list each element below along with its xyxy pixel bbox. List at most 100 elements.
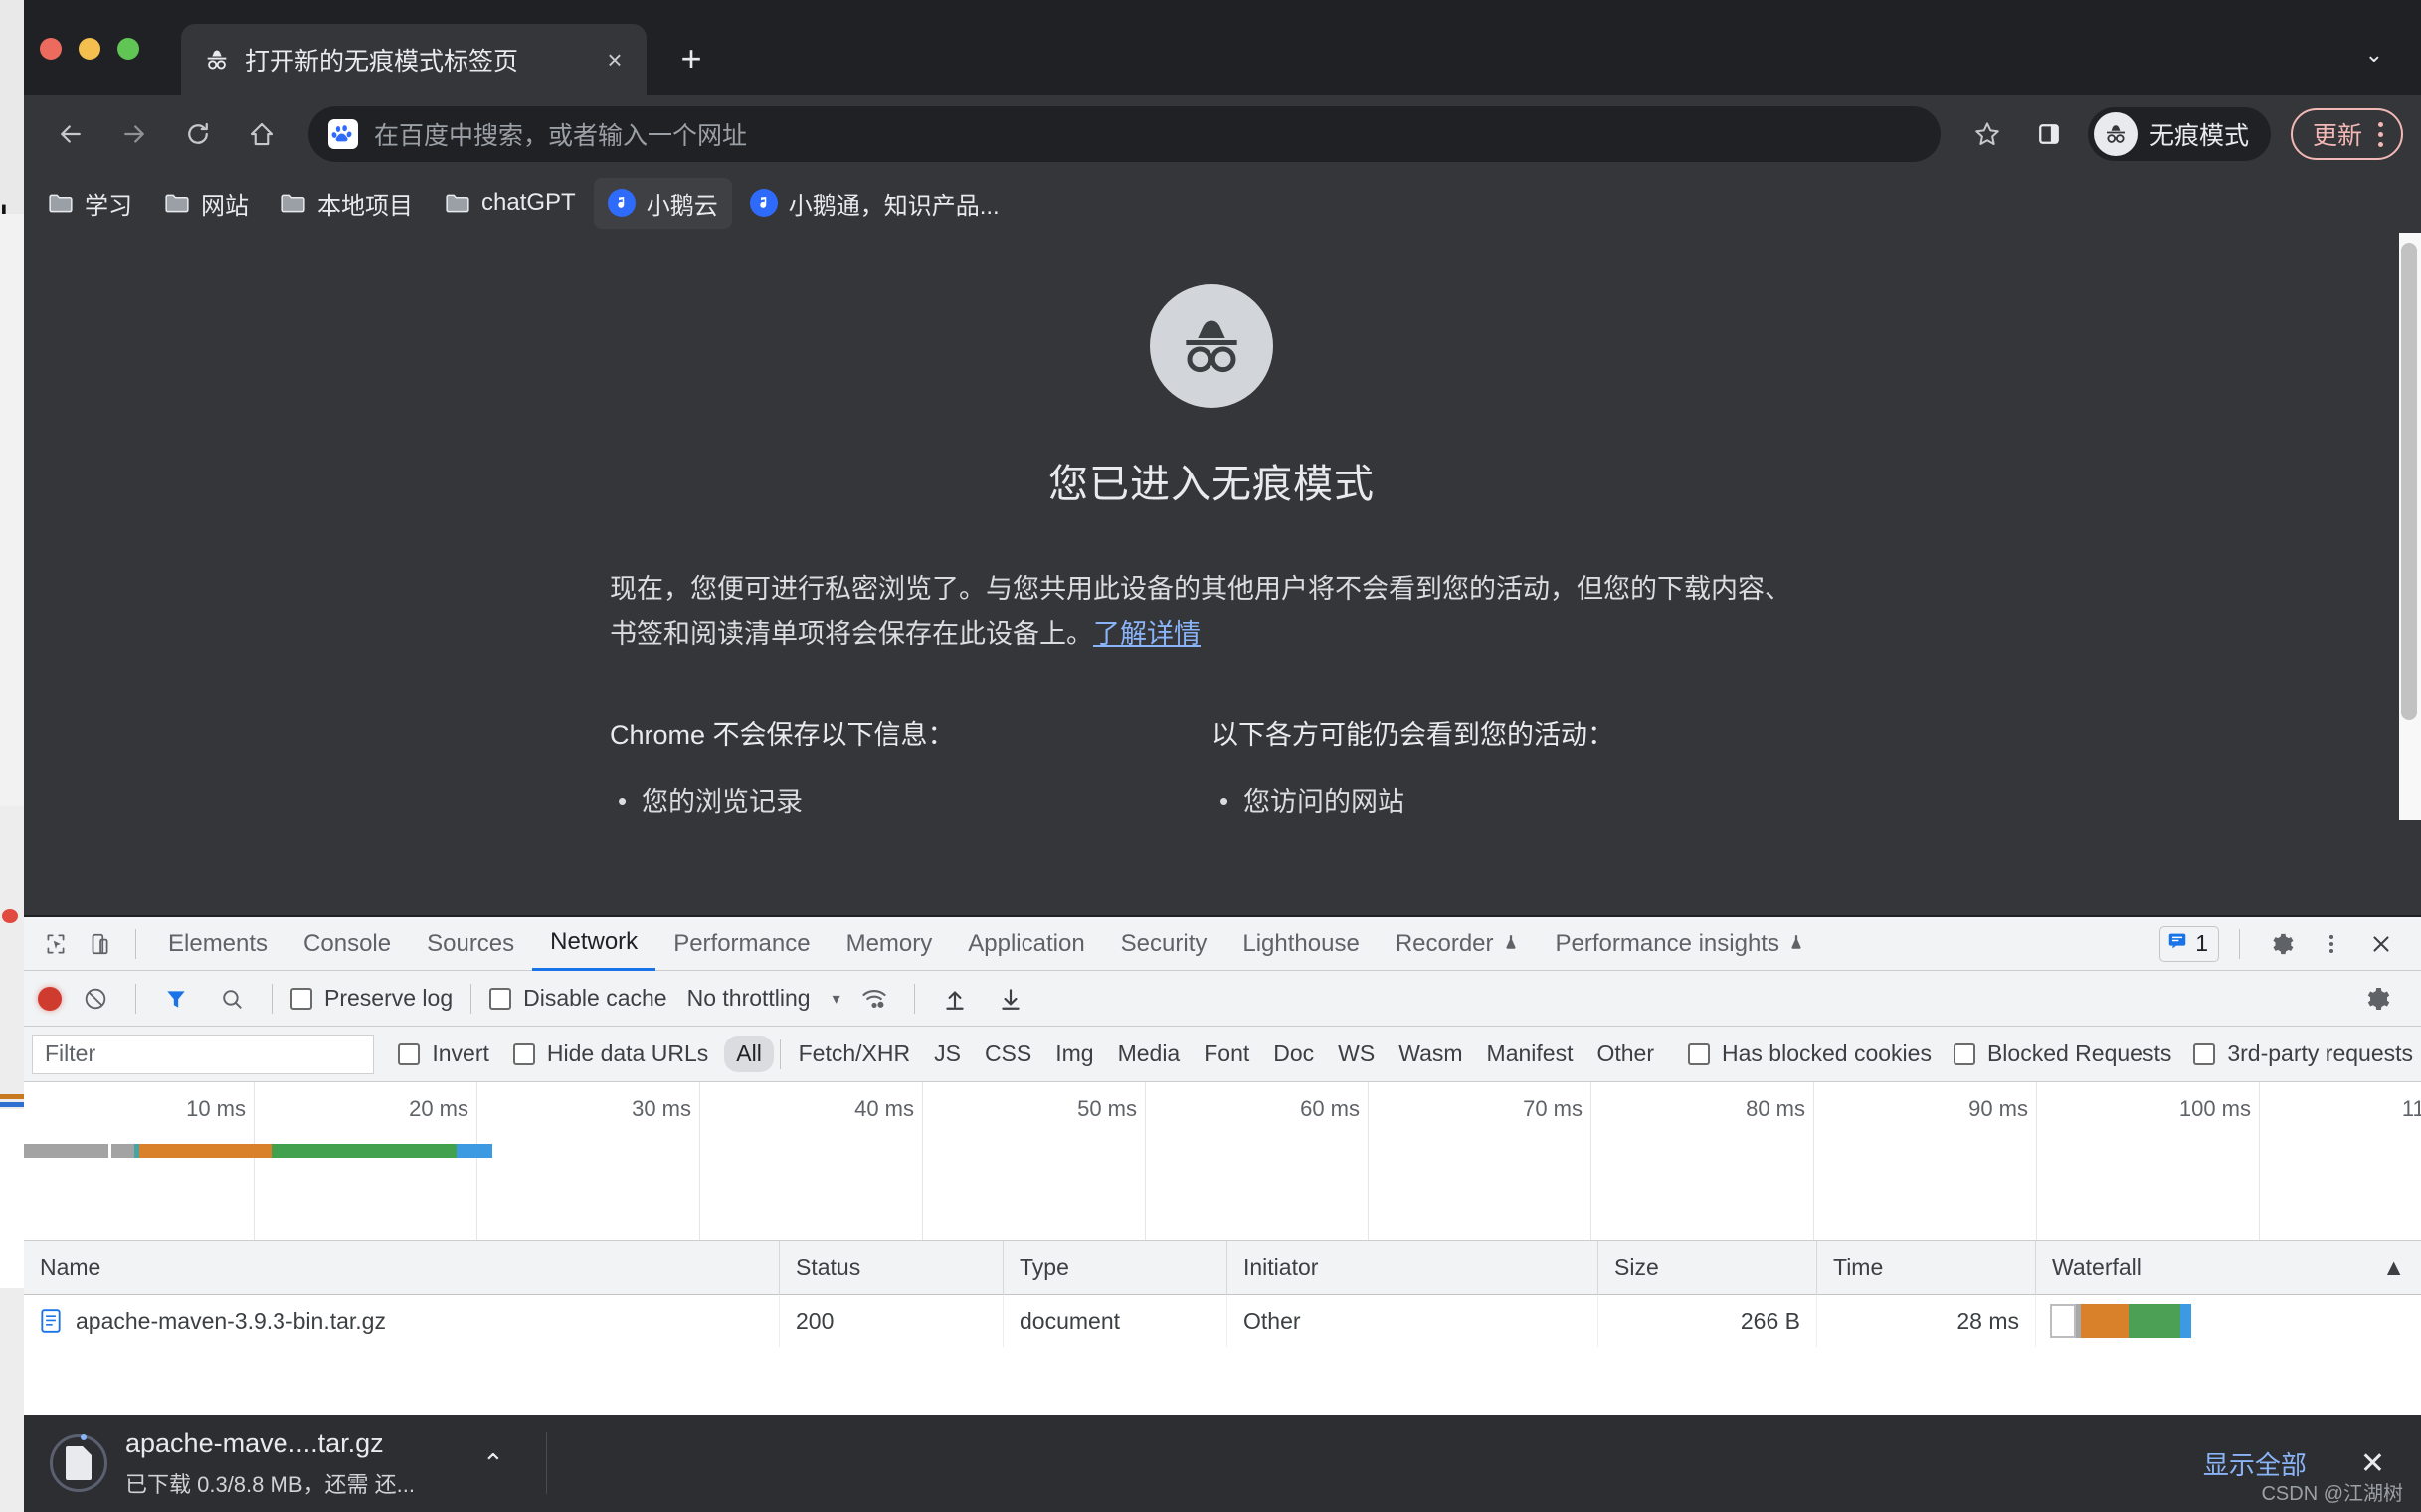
incognito-indicator[interactable]: 无痕模式 [2087,107,2271,161]
filter-type-wasm[interactable]: Wasm [1387,1036,1474,1072]
close-icon[interactable]: ✕ [2350,1446,2395,1481]
tab-security[interactable]: Security [1103,917,1225,971]
column-header-waterfall[interactable]: Waterfall ▲ [2036,1241,2421,1295]
bookmark-link-5[interactable]: 小鹅通，知识产品... [736,178,1014,229]
column-header-size[interactable]: Size [1598,1240,1817,1295]
bookmark-folder-2[interactable]: 本地项目 [267,178,427,229]
checkbox-box[interactable] [290,987,312,1010]
page-scrollbar[interactable] [2399,233,2421,820]
bookmark-link-4[interactable]: 小鹅云 [593,177,732,229]
checkbox-box[interactable] [2193,1042,2216,1065]
address-bar[interactable]: 在百度中搜索，或者输入一个网址 [308,106,1941,162]
sort-ascending-icon[interactable]: ▲ [2382,1254,2405,1281]
export-har-icon[interactable] [989,977,1032,1021]
minimize-window-button[interactable] [79,38,100,60]
checkbox-box[interactable] [512,1042,535,1065]
chevron-up-icon[interactable]: ⌃ [482,1448,504,1479]
inspect-element-icon[interactable] [34,922,78,966]
network-overview-timeline[interactable]: 10 ms 20 ms 30 ms 40 ms 50 ms 60 ms 70 m… [24,1082,2421,1241]
gear-icon[interactable] [2260,922,2304,966]
checkbox-box[interactable] [1688,1042,1711,1065]
chevron-down-icon[interactable]: ▾ [833,989,840,1009]
search-icon[interactable] [210,977,254,1021]
tab-network[interactable]: Network [532,917,656,971]
checkbox-box[interactable] [398,1042,421,1065]
bookmark-folder-1[interactable]: 网站 [150,178,263,229]
download-file-name: apache-mave....tar.gz [125,1427,384,1458]
checkbox-box[interactable] [489,987,512,1010]
filter-input[interactable]: Filter [32,1034,375,1074]
record-button[interactable] [38,986,62,1011]
filter-type-fetch-xhr[interactable]: Fetch/XHR [787,1036,922,1072]
tab-lighthouse[interactable]: Lighthouse [1224,917,1377,971]
device-toolbar-icon[interactable] [78,922,121,966]
filter-type-media[interactable]: Media [1106,1036,1193,1072]
has-blocked-cookies-checkbox[interactable]: Has blocked cookies [1688,1040,1932,1067]
tab-recorder[interactable]: Recorder [1378,917,1538,971]
scrollbar-thumb[interactable] [2401,243,2417,720]
forward-button[interactable] [105,105,163,163]
tab-performance[interactable]: Performance [655,917,828,971]
tab-performance-insights[interactable]: Performance insights [1538,917,1823,971]
browser-tab[interactable]: 打开新的无痕模式标签页 × [181,24,647,95]
blocked-requests-checkbox[interactable]: Blocked Requests [1953,1040,2171,1067]
third-party-requests-checkbox[interactable]: 3rd-party requests [2193,1040,2413,1067]
bookmark-label: 本地项目 [317,192,413,220]
filter-type-ws[interactable]: WS [1326,1036,1387,1072]
throttling-select[interactable]: No throttling ▾ [687,985,840,1012]
filter-type-other[interactable]: Other [1584,1036,1666,1072]
bookmark-folder-0[interactable]: 学习 [34,178,146,229]
tab-console[interactable]: Console [285,917,409,971]
hide-data-urls-label: Hide data URLs [546,1040,709,1066]
learn-more-link[interactable]: 了解详情 [1093,619,1201,649]
close-window-button[interactable] [40,38,62,60]
disable-cache-checkbox[interactable]: Disable cache [489,985,667,1012]
filter-type-js[interactable]: JS [922,1036,973,1072]
update-button[interactable]: 更新 [2290,108,2403,160]
column-header-status[interactable]: Status [780,1240,1004,1295]
tab-sources[interactable]: Sources [409,917,532,971]
tab-memory[interactable]: Memory [829,917,951,971]
divider [779,1039,781,1069]
close-icon[interactable] [2359,922,2403,966]
kebab-menu-icon[interactable] [2366,121,2395,147]
import-har-icon[interactable] [933,977,977,1021]
bookmark-folder-3[interactable]: chatGPT [431,181,590,225]
filter-type-doc[interactable]: Doc [1261,1036,1326,1072]
hide-data-urls-checkbox[interactable]: Hide data URLs [512,1040,709,1067]
side-panel-icon[interactable] [2022,107,2076,161]
tab-elements[interactable]: Elements [150,917,285,971]
preserve-log-checkbox[interactable]: Preserve log [290,985,453,1012]
cell-name[interactable]: apache-maven-3.9.3-bin.tar.gz [24,1295,780,1347]
gear-icon[interactable] [2355,977,2399,1021]
column-header-type[interactable]: Type [1004,1240,1227,1295]
chevron-down-icon[interactable]: ⌄ [2365,42,2383,68]
overview-segment-request-sent [139,1144,272,1158]
filter-type-img[interactable]: Img [1043,1036,1105,1072]
message-count-badge[interactable]: 1 [2159,925,2219,962]
home-button[interactable] [233,105,290,163]
close-icon[interactable]: × [597,42,633,78]
new-tab-button[interactable]: + [668,36,714,82]
back-button[interactable] [42,105,99,163]
download-item[interactable]: apache-mave....tar.gz 已下载 0.3/8.8 MB，还需 … [50,1428,504,1499]
maximize-window-button[interactable] [117,38,139,60]
column-header-initiator[interactable]: Initiator [1227,1240,1598,1295]
filter-type-all[interactable]: All [724,1036,774,1072]
checkbox-box[interactable] [1953,1042,1975,1065]
filter-icon[interactable] [154,977,198,1021]
kebab-menu-icon[interactable] [2310,922,2353,966]
column-header-name[interactable]: Name [24,1240,780,1295]
clear-button[interactable] [74,977,117,1021]
bookmark-star-icon[interactable] [1958,105,2016,163]
filter-type-font[interactable]: Font [1192,1036,1261,1072]
table-row[interactable]: apache-maven-3.9.3-bin.tar.gz 200 docume… [24,1295,2421,1347]
filter-type-css[interactable]: CSS [973,1036,1043,1072]
tab-application[interactable]: Application [950,917,1102,971]
incognito-icon [2093,112,2138,156]
column-header-time[interactable]: Time [1817,1240,2036,1295]
wifi-settings-icon[interactable] [852,977,896,1021]
invert-checkbox[interactable]: Invert [398,1040,489,1067]
filter-type-manifest[interactable]: Manifest [1475,1036,1585,1072]
reload-button[interactable] [169,105,227,163]
